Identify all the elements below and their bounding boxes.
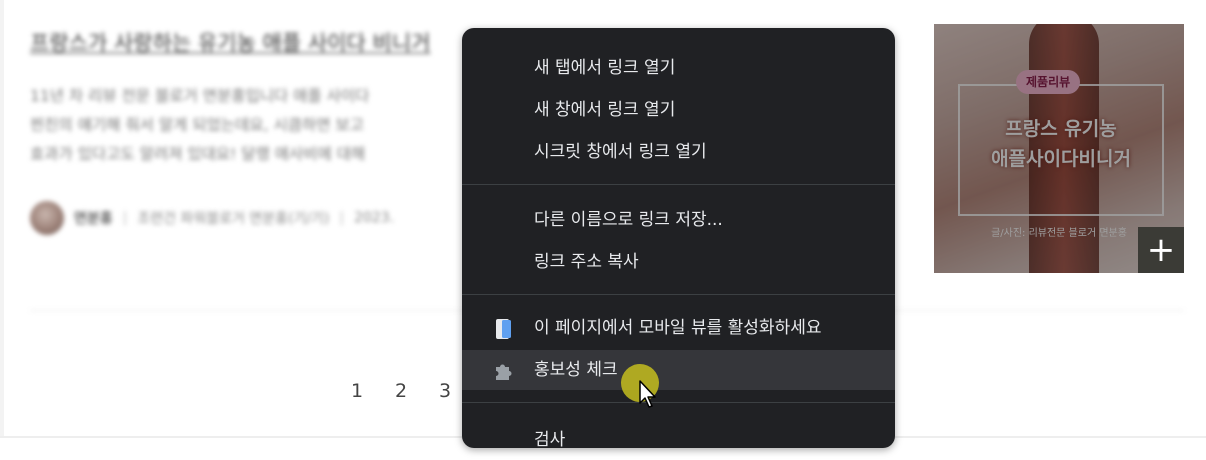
puzzle-extension-icon bbox=[492, 358, 516, 382]
menu-item-label: 검사 bbox=[534, 430, 566, 450]
page-link-3[interactable]: 3 bbox=[434, 380, 456, 402]
menu-item-copy-link-address[interactable]: 링크 주소 복사 bbox=[462, 242, 895, 282]
menu-item-label: 링크 주소 복사 bbox=[534, 252, 639, 272]
menu-item-mobile-view[interactable]: 이 페이지에서 모바일 뷰를 활성화하세요 bbox=[462, 308, 895, 348]
post-excerpt: 11년 차 리뷰 전문 블로거 면분홍입니다 애플 사이다 찐친의 얘기해 줘서… bbox=[30, 82, 460, 169]
menu-item-label: 시크릿 창에서 링크 열기 bbox=[534, 142, 707, 162]
menu-separator bbox=[462, 184, 895, 185]
menu-item-label: 다른 이름으로 링크 저장... bbox=[534, 210, 723, 230]
mouse-cursor-icon bbox=[638, 380, 660, 410]
menu-item-label: 이 페이지에서 모바일 뷰를 활성화하세요 bbox=[534, 318, 822, 338]
excerpt-line: 11년 차 리뷰 전문 블로거 면분홍입니다 애플 사이다 bbox=[30, 87, 370, 105]
post-meta: 면분홍 | 조련건 파워블로거 면분홍(기/기) | 2023. bbox=[30, 200, 460, 236]
mobile-phone-icon bbox=[492, 316, 516, 340]
menu-item-open-new-window[interactable]: 새 창에서 링크 열기 bbox=[462, 90, 895, 130]
author-name[interactable]: 면분홍 bbox=[74, 208, 113, 228]
menu-item-open-new-tab[interactable]: 새 탭에서 링크 열기 bbox=[462, 48, 895, 88]
post-thumbnail[interactable]: 제품리뷰 프랑스 유기농 애플사이다비니거 글/사진: 리뷰전문 블로거 면분홍… bbox=[934, 24, 1184, 273]
context-menu: 새 탭에서 링크 열기 새 창에서 링크 열기 시크릿 창에서 링크 열기 다른… bbox=[462, 28, 895, 450]
menu-item-label: 홍보성 체크 bbox=[534, 360, 618, 380]
page-link-2[interactable]: 2 bbox=[390, 380, 412, 402]
menu-item-promo-check[interactable]: 홍보성 체크 bbox=[462, 350, 895, 390]
excerpt-line: 찐친의 얘기해 줘서 알게 되었는데요, 시큼하면 보고 bbox=[30, 116, 364, 134]
menu-item-open-incognito[interactable]: 시크릿 창에서 링크 열기 bbox=[462, 132, 895, 172]
menu-item-save-link-as[interactable]: 다른 이름으로 링크 저장... bbox=[462, 200, 895, 240]
menu-separator bbox=[462, 294, 895, 295]
menu-separator bbox=[462, 402, 895, 403]
page-link-1[interactable]: 1 bbox=[346, 380, 368, 402]
avatar[interactable] bbox=[30, 201, 64, 235]
menu-item-label: 새 창에서 링크 열기 bbox=[534, 100, 676, 120]
meta-separator: | bbox=[122, 210, 128, 226]
post-title-link[interactable]: 프랑스가 사랑하는 유기농 애플 사이다 비니거 bbox=[30, 27, 470, 57]
menu-item-inspect[interactable]: 검사 bbox=[462, 420, 895, 460]
meta-separator: | bbox=[339, 210, 345, 226]
menu-item-label: 새 탭에서 링크 열기 bbox=[534, 58, 676, 78]
excerpt-line: 효과가 있다고도 알려져 있대요! 달랭 애사비에 대해 bbox=[30, 145, 366, 163]
add-button[interactable]: + bbox=[1138, 227, 1184, 273]
blog-name: 조련건 파워블로거 면분홍(기/기) bbox=[137, 211, 330, 227]
post-date: 2023. bbox=[354, 210, 395, 226]
pagination: 1 2 3 bbox=[346, 380, 456, 402]
